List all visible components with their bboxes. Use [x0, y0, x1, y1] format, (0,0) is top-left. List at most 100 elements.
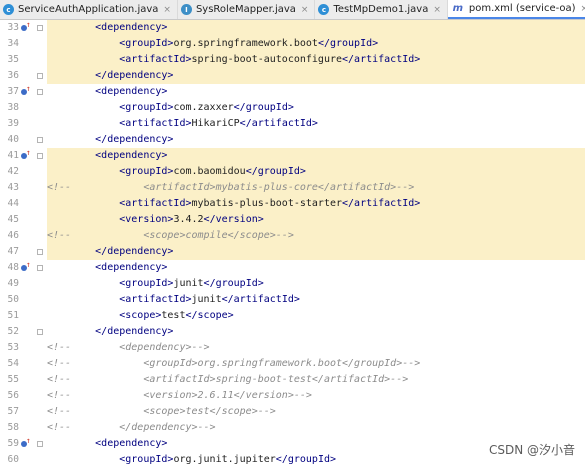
- tag-token: </dependency>: [47, 326, 174, 337]
- fold-icon[interactable]: [37, 25, 43, 31]
- code-line[interactable]: 48 ↑ <dependency>: [0, 260, 585, 276]
- code-line[interactable]: 46 <!-- <scope>compile</scope>-->: [0, 228, 585, 244]
- line-number: 37: [7, 86, 19, 97]
- code-editor[interactable]: 33 ↑ <dependency> 34 <groupId>org.springfr…: [0, 20, 585, 470]
- code-text: <!-- <scope>compile</scope>-->: [47, 228, 294, 244]
- close-icon[interactable]: ×: [581, 4, 585, 14]
- value-token: org.junit.jupiter: [173, 454, 276, 465]
- line-number: 44: [7, 198, 19, 209]
- code-text: <!-- </dependency>-->: [47, 420, 216, 436]
- line-number: 55: [7, 374, 19, 385]
- code-text: </dependency>: [47, 324, 173, 340]
- comment-token: <!-- <scope>test</scope>-->: [47, 406, 276, 417]
- tag-token: </groupId>: [245, 166, 306, 177]
- maven-override-icon[interactable]: ↑: [21, 21, 31, 33]
- code-line[interactable]: 57 <!-- <scope>test</scope>-->: [0, 404, 585, 420]
- tag-token: <groupId>: [47, 38, 174, 49]
- fold-icon[interactable]: [37, 153, 43, 159]
- maven-override-icon[interactable]: ↑: [21, 85, 31, 97]
- code-line[interactable]: 51 <scope>test</scope>: [0, 308, 585, 324]
- fold-icon[interactable]: [37, 329, 43, 335]
- code-line[interactable]: 33 ↑ <dependency>: [0, 20, 585, 36]
- code-text: <groupId>org.springframework.boot</group…: [47, 36, 378, 52]
- tab-1[interactable]: I SysRoleMapper.java ×: [178, 0, 316, 19]
- code-line[interactable]: 52 </dependency>: [0, 324, 585, 340]
- code-line[interactable]: 44 <artifactId>mybatis-plus-boot-starter…: [0, 196, 585, 212]
- code-text: <dependency>: [47, 436, 167, 452]
- comment-token: <!-- <artifactId>spring-boot-test</artif…: [47, 374, 409, 385]
- code-line[interactable]: 55 <!-- <artifactId>spring-boot-test</art…: [0, 372, 585, 388]
- code-line[interactable]: 37 ↑ <dependency>: [0, 84, 585, 100]
- code-line[interactable]: 56 <!-- <version>2.6.11</version>-->: [0, 388, 585, 404]
- code-line[interactable]: 35 <artifactId>spring-boot-autoconfigure…: [0, 52, 585, 68]
- maven-override-icon[interactable]: ↑: [21, 437, 31, 449]
- tab-2[interactable]: c TestMpDemo1.java ×: [315, 0, 448, 19]
- line-number: 59: [7, 438, 19, 449]
- line-number: 54: [7, 358, 19, 369]
- tab-label: pom.xml (service-oa): [468, 3, 576, 14]
- tag-token: <dependency>: [47, 86, 168, 97]
- code-line[interactable]: 42 <groupId>com.baomidou</groupId>: [0, 164, 585, 180]
- line-number: 58: [7, 422, 19, 433]
- tag-token: <groupId>: [47, 454, 174, 465]
- fold-icon[interactable]: [37, 137, 43, 143]
- code-text: <groupId>junit</groupId>: [47, 276, 264, 292]
- code-line[interactable]: 39 <artifactId>HikariCP</artifactId>: [0, 116, 585, 132]
- code-line[interactable]: 50 <artifactId>junit</artifactId>: [0, 292, 585, 308]
- tag-token: </version>: [203, 214, 264, 225]
- code-line[interactable]: 34 <groupId>org.springframework.boot</gr…: [0, 36, 585, 52]
- value-token: mybatis-plus-boot-starter: [191, 198, 343, 209]
- code-line[interactable]: 38 <groupId>com.zaxxer</groupId>: [0, 100, 585, 116]
- close-icon[interactable]: ×: [163, 5, 171, 15]
- tag-token: <dependency>: [47, 150, 168, 161]
- value-token: HikariCP: [191, 118, 240, 129]
- watermark: CSDN @汐小音: [488, 443, 575, 457]
- line-number: 40: [7, 134, 19, 145]
- tag-token: </groupId>: [203, 278, 264, 289]
- code-line[interactable]: 47 </dependency>: [0, 244, 585, 260]
- code-line[interactable]: 45 <version>3.4.2</version>: [0, 212, 585, 228]
- maven-xml-icon: m: [452, 3, 464, 14]
- maven-override-icon[interactable]: ↑: [21, 261, 31, 273]
- fold-icon[interactable]: [37, 265, 43, 271]
- value-token: spring-boot-autoconfigure: [191, 54, 343, 65]
- line-number: 49: [7, 278, 19, 289]
- tab-3[interactable]: m pom.xml (service-oa) ×: [447, 0, 585, 19]
- tag-token: <groupId>: [47, 102, 174, 113]
- code-line[interactable]: 54 <!-- <groupId>org.springframework.boot…: [0, 356, 585, 372]
- fold-icon[interactable]: [37, 249, 43, 255]
- code-text: <dependency>: [47, 20, 167, 36]
- line-number: 52: [7, 326, 19, 337]
- code-text: </dependency>: [47, 132, 173, 148]
- code-text: <artifactId>spring-boot-autoconfigure</a…: [47, 52, 420, 68]
- value-token: junit: [191, 294, 222, 305]
- tab-label: SysRoleMapper.java: [195, 4, 296, 15]
- code-text: <scope>test</scope>: [47, 308, 233, 324]
- code-line[interactable]: 43 <!-- <artifactId>mybatis-plus-core</ar…: [0, 180, 585, 196]
- line-number: 48: [7, 262, 19, 273]
- code-text: <!-- <scope>test</scope>-->: [47, 404, 276, 420]
- code-line[interactable]: 53 <!-- <dependency>-->: [0, 340, 585, 356]
- fold-icon[interactable]: [37, 73, 43, 79]
- line-number: 36: [7, 70, 19, 81]
- code-text: <artifactId>junit</artifactId>: [47, 292, 300, 308]
- code-line[interactable]: 40 </dependency>: [0, 132, 585, 148]
- code-line[interactable]: 58 <!-- </dependency>-->: [0, 420, 585, 436]
- tag-token: </groupId>: [317, 38, 379, 49]
- tab-0[interactable]: c ServiceAuthApplication.java ×: [0, 0, 178, 19]
- tag-token: <scope>: [47, 310, 162, 321]
- close-icon[interactable]: ×: [433, 5, 441, 15]
- code-line[interactable]: 41 ↑ <dependency>: [0, 148, 585, 164]
- tag-token: <dependency>: [47, 22, 168, 33]
- line-number: 50: [7, 294, 19, 305]
- code-line[interactable]: 36 </dependency>: [0, 68, 585, 84]
- tag-token: <dependency>: [47, 438, 168, 449]
- fold-icon[interactable]: [37, 441, 43, 447]
- line-number: 33: [7, 22, 19, 33]
- close-icon[interactable]: ×: [301, 5, 309, 15]
- tag-token: </artifactId>: [239, 118, 318, 129]
- fold-icon[interactable]: [37, 89, 43, 95]
- code-line[interactable]: 49 <groupId>junit</groupId>: [0, 276, 585, 292]
- maven-override-icon[interactable]: ↑: [21, 149, 31, 161]
- tag-token: </artifactId>: [221, 294, 300, 305]
